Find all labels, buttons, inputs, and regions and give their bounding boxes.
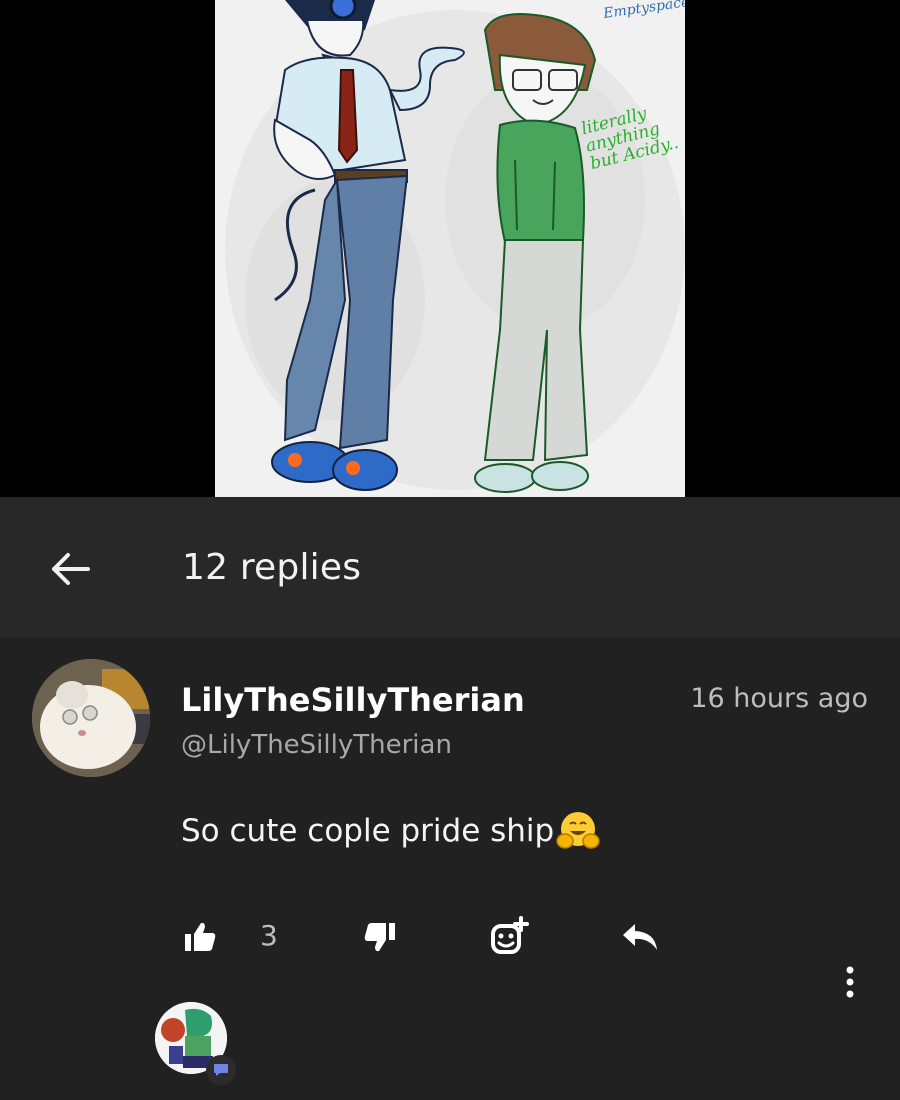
dislike-button[interactable] — [358, 907, 402, 967]
add-reaction-icon — [491, 916, 529, 954]
arrow-left-icon — [52, 553, 90, 585]
comment-author-name[interactable]: LilyTheSillyTherian — [181, 681, 525, 719]
thumbs-down-icon — [364, 923, 395, 952]
artwork-drawing — [225, 0, 685, 493]
chat-bubble-icon — [214, 1064, 228, 1076]
reply-button[interactable] — [617, 907, 663, 967]
comment-text: So cute cople pride ship — [181, 813, 555, 849]
like-count: 3 — [260, 919, 278, 952]
reply-icon — [623, 924, 657, 950]
comment-actions: 3 — [0, 907, 900, 967]
comment-body: So cute cople pride ship — [181, 809, 600, 853]
artwork-image[interactable]: Emptyspace literally anything but Acidy.… — [215, 0, 685, 497]
creator-badge — [206, 1055, 236, 1085]
comment-author-handle: @LilyTheSillyTherian — [181, 730, 452, 760]
back-button[interactable] — [38, 537, 102, 601]
hugging-face-icon — [556, 812, 600, 849]
replies-count-title: 12 replies — [182, 547, 362, 588]
more-vertical-icon — [846, 966, 854, 998]
like-button[interactable] — [178, 907, 222, 967]
thumbs-up-icon — [185, 922, 216, 951]
avatar[interactable] — [32, 659, 150, 777]
replies-header: 12 replies — [0, 497, 900, 637]
add-reaction-button[interactable] — [484, 907, 534, 967]
comment-card: LilyTheSillyTherian @LilyTheSillyTherian… — [0, 637, 900, 1100]
comment-timestamp: 16 hours ago — [690, 683, 868, 714]
more-options-button[interactable] — [830, 957, 870, 1007]
cat-avatar-image — [32, 659, 150, 777]
app-root: Emptyspace literally anything but Acidy.… — [0, 0, 900, 1100]
artwork-area: Emptyspace literally anything but Acidy.… — [0, 0, 900, 497]
